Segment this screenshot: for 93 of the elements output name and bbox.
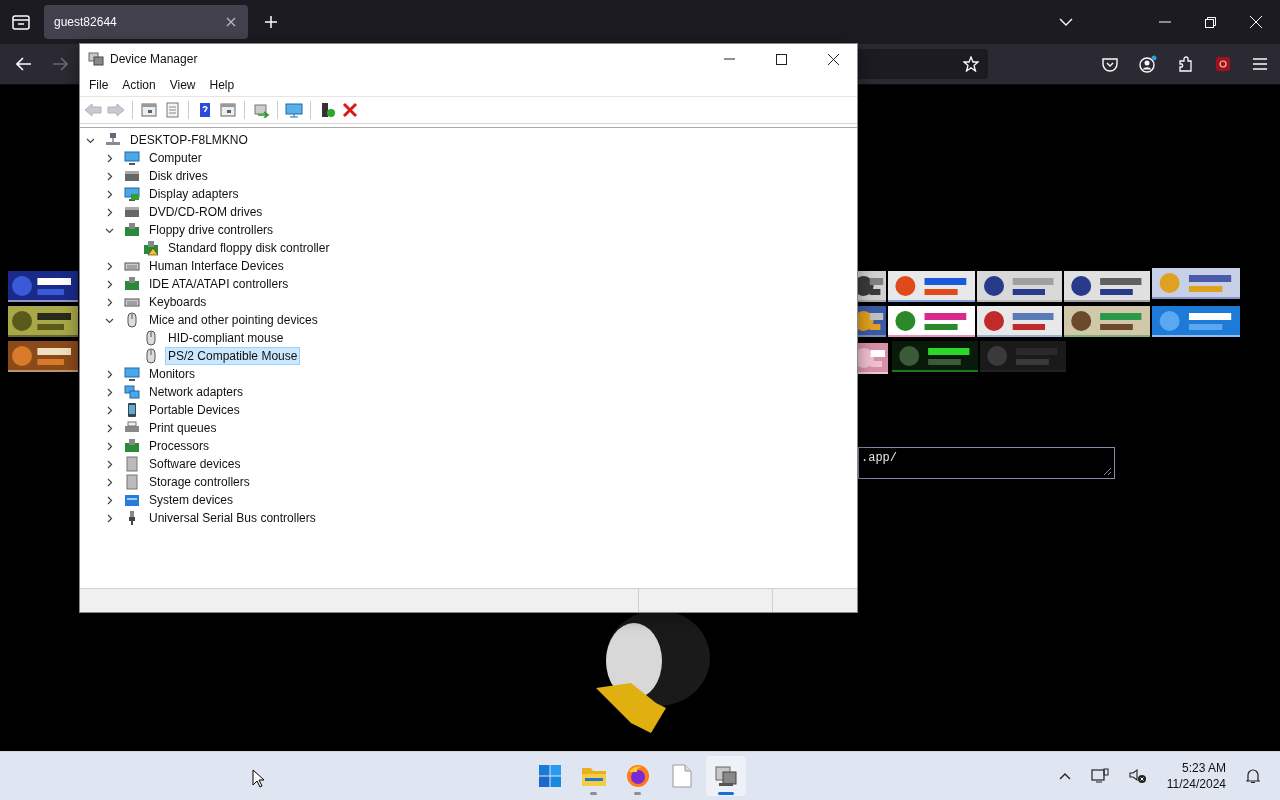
tree-item[interactable]: DESKTOP-F8LMKNO (127, 131, 251, 149)
panel-icon[interactable] (219, 102, 237, 118)
tree-item[interactable]: DVD/CD-ROM drives (146, 203, 266, 221)
clock[interactable]: 5:23 AM 11/24/2024 (1166, 760, 1226, 792)
browser-logo-icon (626, 764, 650, 788)
puzzle-icon[interactable] (1178, 56, 1194, 72)
browser-tab[interactable]: guest82644 (44, 5, 248, 39)
volume-muted-icon[interactable] (1128, 768, 1147, 784)
shield-icon[interactable] (1215, 56, 1231, 72)
box-icon (124, 456, 140, 472)
expand-chevron-icon[interactable] (105, 153, 114, 163)
running-indicator (718, 792, 734, 795)
computer-icon (105, 132, 121, 148)
tree-item[interactable]: Storage controllers (146, 473, 253, 491)
delete-icon[interactable] (341, 102, 359, 118)
tree-item[interactable]: Monitors (146, 365, 198, 383)
tree-item[interactable]: Processors (146, 437, 213, 455)
monitor-icon (124, 150, 140, 166)
tree-item[interactable]: Keyboards (146, 293, 210, 311)
drive-icon (124, 168, 140, 184)
network-icon (124, 384, 140, 400)
expand-chevron-icon[interactable] (105, 279, 114, 289)
document-icon (672, 764, 692, 788)
tree-item[interactable]: IDE ATA/ATAPI controllers (146, 275, 292, 293)
menu-item[interactable]: Action (115, 78, 163, 92)
expand-chevron-icon[interactable] (105, 495, 114, 505)
storage-icon (124, 474, 140, 490)
update-icon[interactable] (252, 102, 270, 118)
folder-icon (124, 492, 140, 508)
network-icon[interactable] (1090, 768, 1109, 784)
account-icon[interactable] (1139, 55, 1157, 73)
pocket-icon[interactable] (1102, 56, 1118, 72)
expand-chevron-icon[interactable] (105, 207, 114, 217)
tree-item[interactable]: Mice and other pointing devices (146, 311, 321, 329)
tree-item[interactable]: Print queues (146, 419, 220, 437)
text-area[interactable]: .app/ (858, 447, 1115, 479)
monitor-icon (124, 366, 140, 382)
taskbar-app[interactable] (706, 756, 746, 796)
restore-icon[interactable] (1205, 16, 1216, 28)
device-manager-icon (713, 764, 739, 788)
tree-item[interactable]: Standard floppy disk controller (165, 239, 333, 257)
chevron-down-icon[interactable] (1059, 18, 1073, 26)
star-icon[interactable] (963, 56, 979, 72)
expand-chevron-icon[interactable] (105, 297, 114, 307)
tree-item[interactable]: Network adapters (146, 383, 247, 401)
circuit-board-icon (124, 276, 140, 292)
tree-item[interactable]: Floppy drive controllers (146, 221, 277, 239)
menu-item[interactable]: File (82, 78, 116, 92)
bell-icon[interactable] (1246, 768, 1260, 784)
tree-item[interactable]: HID-compliant mouse (165, 329, 287, 347)
expand-chevron-icon[interactable] (105, 369, 114, 379)
folder-icon (581, 765, 607, 787)
tree-item[interactable]: Portable Devices (146, 401, 243, 419)
display-card-icon (124, 186, 140, 202)
running-indicator (634, 792, 641, 795)
tree-item[interactable]: System devices (146, 491, 237, 509)
tree-item[interactable]: Universal Serial Bus controllers (146, 509, 319, 527)
tab-list-icon[interactable] (12, 14, 30, 30)
expand-chevron-icon[interactable] (105, 423, 114, 433)
expand-chevron-icon[interactable] (105, 261, 114, 271)
chevron-up-icon[interactable] (1058, 772, 1071, 780)
maximize-icon[interactable] (776, 53, 787, 65)
expand-chevron-icon[interactable] (105, 189, 114, 199)
menu-icon[interactable] (1252, 57, 1268, 71)
circuit-board-icon (124, 222, 140, 238)
menu-item[interactable]: Help (202, 78, 242, 92)
resize-grip-icon[interactable] (1102, 466, 1112, 476)
running-indicator (590, 792, 597, 795)
tree-item[interactable]: Display adapters (146, 185, 242, 203)
device-manager-icon (88, 51, 104, 67)
menu-item[interactable]: View (162, 78, 203, 92)
mouse-icon (124, 312, 140, 328)
close-icon[interactable] (828, 53, 839, 65)
tree-item[interactable]: Disk drives (146, 167, 211, 185)
tree-item[interactable]: PS/2 Compatible Mouse (165, 347, 301, 365)
window-title: Device Manager (110, 52, 198, 66)
window-icon[interactable] (140, 102, 158, 118)
expand-chevron-icon[interactable] (105, 459, 114, 469)
tree-item[interactable]: Software devices (146, 455, 244, 473)
windows-logo-icon (538, 764, 562, 788)
expand-chevron-icon[interactable] (105, 405, 114, 415)
tree-item[interactable]: Computer (146, 149, 205, 167)
expand-chevron-icon[interactable] (105, 477, 114, 487)
drive-icon (124, 204, 140, 220)
chip-icon (124, 438, 140, 454)
tree-item[interactable]: Human Interface Devices (146, 257, 287, 275)
mouse-pointer-icon (252, 769, 264, 788)
expand-chevron-icon[interactable] (105, 513, 114, 523)
monitor-icon[interactable] (285, 102, 303, 118)
expand-chevron-icon[interactable] (105, 441, 114, 451)
expand-chevron-icon[interactable] (105, 387, 114, 397)
expand-chevron-icon[interactable] (105, 171, 114, 181)
new-tab-icon[interactable] (264, 15, 278, 29)
